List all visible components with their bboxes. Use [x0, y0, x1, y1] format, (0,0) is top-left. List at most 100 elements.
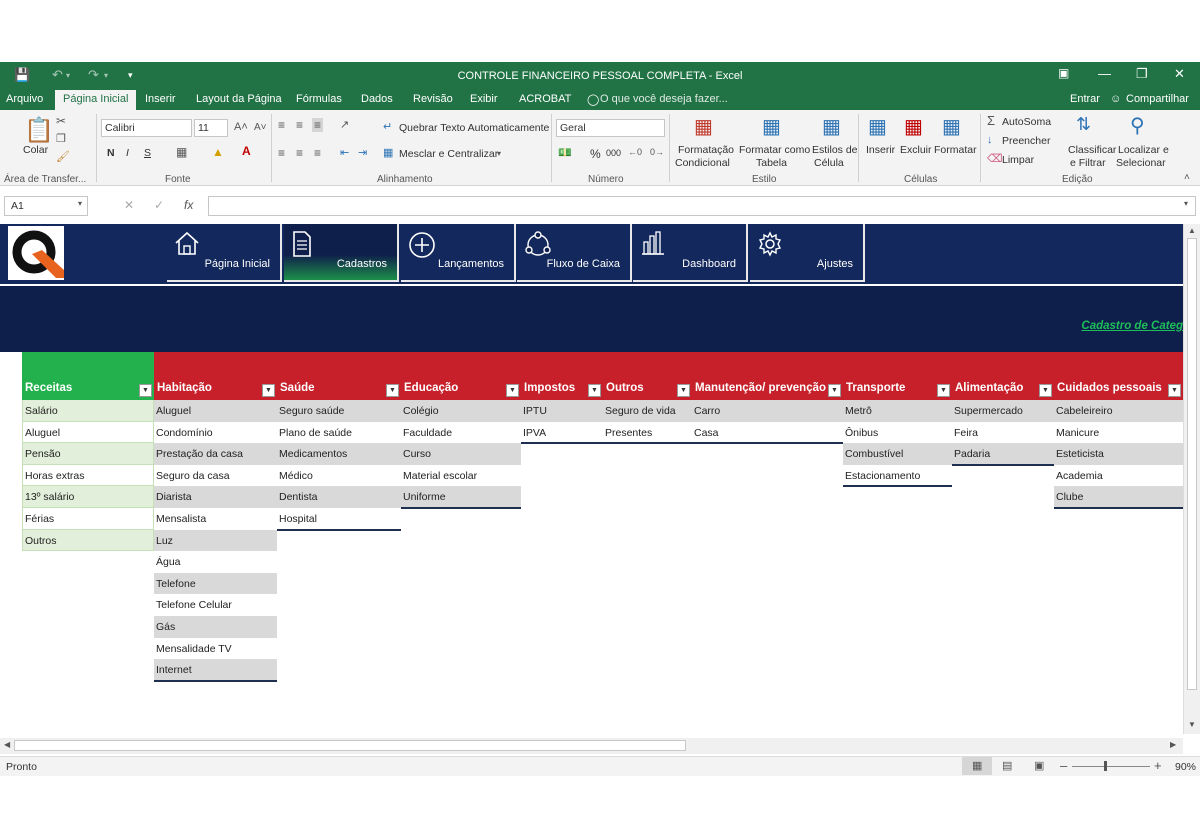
delete-cells-icon[interactable]: ▦ [904, 114, 923, 139]
tab-revisao[interactable]: Revisão [413, 93, 453, 105]
name-box[interactable]: A1 [4, 196, 88, 216]
filter-dropdown-icon[interactable]: ▼ [386, 384, 399, 397]
share-button[interactable]: Compartilhar [1126, 93, 1189, 105]
sort-filter-icon[interactable]: ⇅ [1076, 114, 1091, 135]
category-item[interactable]: Metrô [843, 400, 952, 422]
category-item[interactable]: Faculdade [401, 422, 521, 444]
currency-icon[interactable]: 💵 [558, 146, 572, 159]
conditional-format-icon[interactable]: ▦ [694, 114, 713, 139]
close-icon[interactable]: ✕ [1174, 66, 1185, 82]
normal-view-icon[interactable]: ▦ [972, 759, 982, 772]
collapse-ribbon-icon[interactable]: ˄ [1184, 172, 1190, 183]
align-center-icon[interactable]: ≡ [296, 146, 303, 160]
clear-icon[interactable]: ⌫ [987, 152, 1003, 165]
category-item[interactable]: Aluguel [22, 421, 154, 444]
format-cells-button[interactable]: Formatar [934, 144, 977, 156]
insert-cells-icon[interactable]: ▦ [868, 114, 887, 139]
formula-input[interactable] [208, 196, 1196, 216]
category-item[interactable]: Manicure [1054, 422, 1183, 444]
merge-center-button[interactable]: Mesclar e Centralizar [399, 148, 498, 160]
sort-filter-label-2[interactable]: e Filtrar [1070, 157, 1106, 169]
grow-font-icon[interactable]: A˄ [234, 121, 248, 133]
restore-icon[interactable]: ❐ [1136, 66, 1148, 82]
category-item[interactable]: Dentista [277, 486, 401, 508]
cancel-icon[interactable]: ✕ [124, 198, 134, 212]
category-item[interactable]: Internet [154, 659, 277, 681]
autosum-icon[interactable]: Σ [987, 113, 995, 128]
find-select-label-1[interactable]: Localizar e [1118, 144, 1169, 156]
find-select-label-2[interactable]: Selecionar [1116, 157, 1166, 169]
format-table-label-2[interactable]: Tabela [756, 157, 787, 169]
category-item[interactable]: Curso [401, 443, 521, 465]
tab-dados[interactable]: Dados [361, 93, 393, 105]
nav-button-lançamentos[interactable]: Lançamentos [401, 224, 516, 282]
zoom-level[interactable]: 90% [1175, 761, 1196, 773]
align-top-icon[interactable]: ≡ [278, 118, 285, 132]
tab-formulas[interactable]: Fórmulas [296, 93, 342, 105]
shrink-font-icon[interactable]: A˅ [254, 122, 267, 133]
category-item[interactable]: Horas extras [22, 464, 154, 487]
category-item[interactable]: Mensalidade TV [154, 638, 277, 660]
share-icon[interactable]: ☺ [1110, 93, 1121, 105]
category-item[interactable]: Colégio [401, 400, 521, 422]
sort-filter-label-1[interactable]: Classificar [1068, 144, 1116, 156]
category-item[interactable]: Ônibus [843, 422, 952, 444]
category-item[interactable]: Feira [952, 422, 1054, 444]
zoom-in-icon[interactable]: + [1154, 758, 1162, 773]
increase-decimal-icon[interactable]: ←0 [628, 147, 642, 157]
category-item[interactable]: Seguro de vida [603, 400, 692, 422]
category-item[interactable]: IPVA [521, 422, 603, 444]
underline-button[interactable]: S [144, 147, 151, 159]
category-item[interactable]: Diarista [154, 486, 277, 508]
borders-icon[interactable]: ▦ [176, 145, 187, 159]
nav-button-ajustes[interactable]: Ajustes [750, 224, 865, 282]
category-item[interactable]: Hospital [277, 508, 401, 530]
decrease-decimal-icon[interactable]: 0→ [650, 147, 664, 157]
category-item[interactable]: Pensão [22, 443, 154, 465]
format-cells-icon[interactable]: ▦ [942, 114, 961, 139]
increase-indent-icon[interactable]: ⇥ [358, 146, 367, 159]
category-item[interactable]: 13º salário [22, 486, 154, 508]
tab-acrobat[interactable]: ACROBAT [519, 93, 571, 105]
delete-cells-button[interactable]: Excluir [900, 144, 932, 156]
category-item[interactable]: Supermercado [952, 400, 1054, 422]
nav-button-página-inicial[interactable]: Página Inicial [167, 224, 282, 282]
category-item[interactable]: Água [154, 551, 277, 573]
worksheet[interactable]: Página Inicial Cadastros Lançamentos Fluxo … [0, 224, 1183, 734]
category-item[interactable]: Presentes [603, 422, 692, 444]
category-item[interactable]: Combustível [843, 443, 952, 465]
wrap-text-icon[interactable]: ↵ [383, 120, 392, 133]
category-item[interactable]: Aluguel [154, 400, 277, 422]
scroll-up-icon[interactable]: ▲ [1188, 226, 1196, 235]
tab-arquivo[interactable]: Arquivo [6, 93, 43, 105]
page-break-view-icon[interactable]: ▣ [1034, 759, 1044, 772]
tab-inserir[interactable]: Inserir [145, 93, 176, 105]
zoom-slider-thumb[interactable] [1104, 761, 1107, 771]
vertical-scrollbar[interactable]: ▲ ▼ [1183, 224, 1200, 734]
filter-dropdown-icon[interactable]: ▼ [588, 384, 601, 397]
category-item[interactable]: Médico [277, 465, 401, 487]
merge-icon[interactable]: ▦ [383, 146, 393, 159]
tell-me-input[interactable]: O que você deseja fazer... [600, 93, 728, 105]
orientation-icon[interactable]: ↗ [340, 118, 349, 131]
search-icon[interactable]: ⚲ [1130, 113, 1145, 138]
merge-dropdown-icon[interactable]: ▾ [497, 149, 501, 158]
page-layout-view-icon[interactable]: ▤ [1002, 759, 1012, 772]
font-name-select[interactable]: Calibri [101, 119, 192, 137]
insert-function-button[interactable]: fx [184, 198, 193, 212]
conditional-format-label-1[interactable]: Formatação [678, 144, 734, 156]
category-item[interactable]: Padaria [952, 443, 1054, 465]
sign-in-link[interactable]: Entrar [1070, 93, 1100, 105]
category-item[interactable]: Condomínio [154, 422, 277, 444]
category-item[interactable]: Clube [1054, 486, 1183, 508]
thousands-button[interactable]: 000 [606, 148, 621, 158]
horizontal-scrollbar[interactable]: ◀ ▶ [0, 738, 1183, 754]
paste-button[interactable]: Colar [23, 144, 48, 156]
copy-icon[interactable]: ❐ [56, 132, 66, 145]
category-item[interactable]: Academia [1054, 465, 1183, 487]
category-item[interactable]: Gás [154, 616, 277, 638]
filter-dropdown-icon[interactable]: ▼ [139, 384, 152, 397]
tab-layout[interactable]: Layout da Página [196, 93, 282, 105]
category-item[interactable]: Salário [22, 400, 154, 422]
align-left-icon[interactable]: ≡ [278, 146, 285, 160]
